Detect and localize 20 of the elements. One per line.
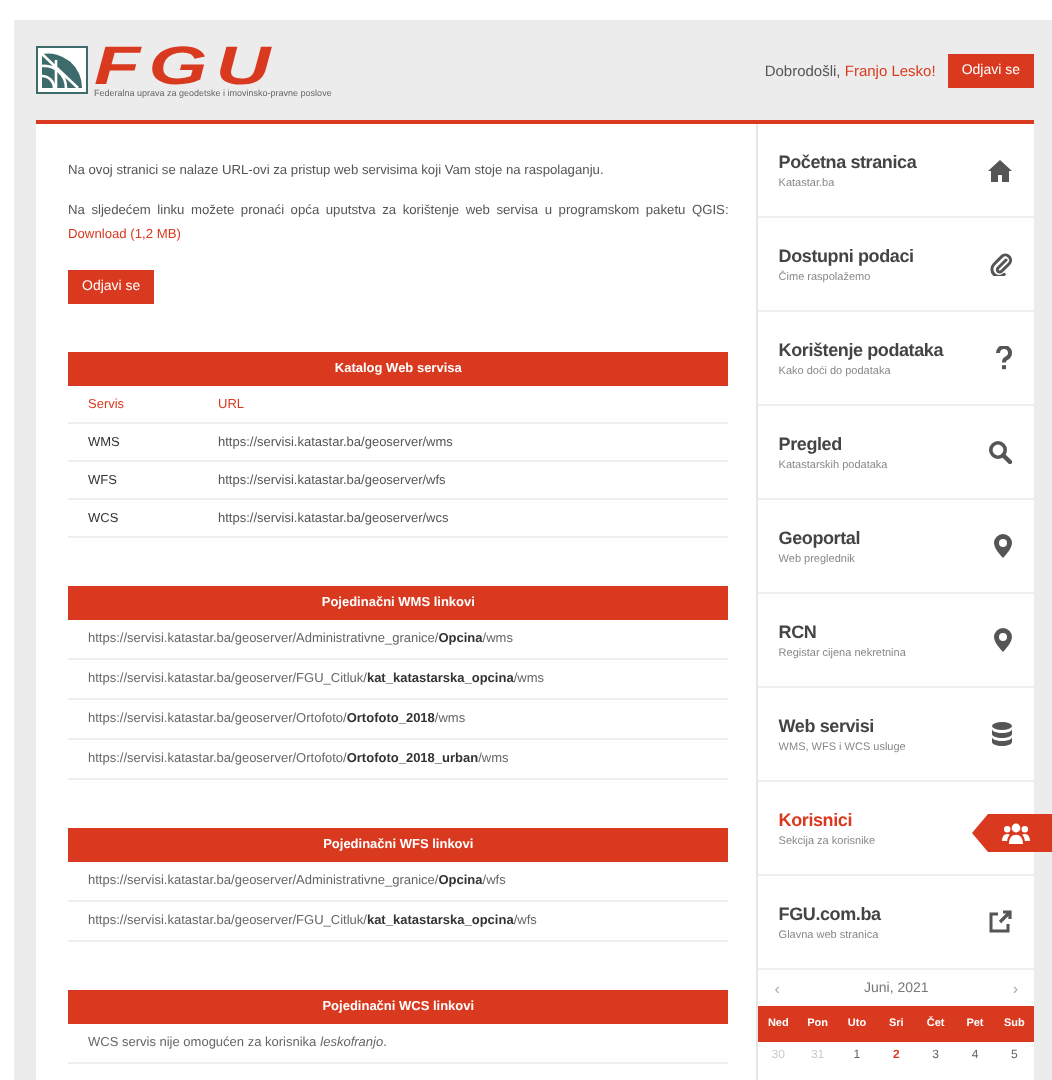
map-pin-icon bbox=[994, 534, 1012, 558]
item-title: Korištenje podataka bbox=[778, 339, 944, 359]
home-icon bbox=[988, 159, 1012, 181]
item-title: Web servisi bbox=[778, 715, 876, 735]
item-title: Korisnici bbox=[778, 809, 855, 829]
item-title: Pregled bbox=[778, 433, 844, 453]
item-title: Početna stranica bbox=[778, 151, 917, 171]
database-icon bbox=[992, 722, 1012, 746]
item-title: Dostupni podaci bbox=[778, 245, 914, 265]
question-icon bbox=[996, 346, 1012, 370]
users-icon bbox=[1002, 822, 1030, 844]
logo-icon bbox=[36, 46, 88, 94]
logo-text: FGU bbox=[94, 43, 279, 87]
map-pin-icon bbox=[994, 628, 1012, 652]
external-link-icon bbox=[988, 910, 1012, 934]
item-title: FGU.com.ba bbox=[778, 903, 881, 923]
item-title: Geoportal bbox=[778, 527, 861, 547]
paperclip-icon bbox=[990, 252, 1012, 276]
item-title: RCN bbox=[778, 621, 819, 641]
search-icon bbox=[988, 440, 1012, 464]
